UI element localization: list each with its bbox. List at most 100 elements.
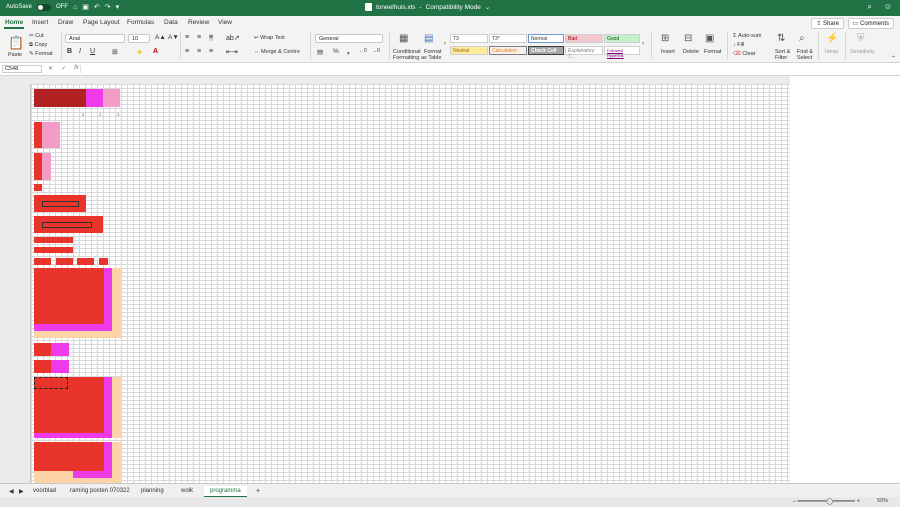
block-red[interactable] <box>34 343 51 356</box>
sheet-tab-planning[interactable]: planning <box>135 486 170 496</box>
formula-input[interactable] <box>80 65 896 73</box>
number-format-select[interactable]: General <box>315 34 383 43</box>
row-headers[interactable] <box>0 84 31 483</box>
cancel-icon[interactable]: ✕ <box>48 65 53 72</box>
clear-button[interactable]: ⌫ Clear <box>733 51 755 57</box>
format-painter-button[interactable]: ✎ Format <box>29 51 53 57</box>
percent-icon[interactable]: % <box>333 48 339 55</box>
find-select-icon[interactable]: ⌕ <box>799 33 805 44</box>
block-red[interactable] <box>34 237 73 243</box>
fill-button[interactable]: ↓ Fill <box>733 42 744 48</box>
paste-icon[interactable]: 📋 <box>8 35 24 51</box>
style-t3[interactable]: T3 <box>450 34 488 43</box>
customize-toolbar-icon[interactable]: ▾ <box>116 3 120 11</box>
block-dark-red[interactable] <box>34 89 86 107</box>
tab-page-layout[interactable]: Page Layout <box>83 19 120 26</box>
delete-cells-label[interactable]: Delete <box>683 49 699 55</box>
tab-draw[interactable]: Draw <box>58 19 73 26</box>
block-magenta[interactable] <box>86 89 103 107</box>
redo-icon[interactable]: ↷ <box>105 3 111 11</box>
align-middle-icon[interactable]: ≡ <box>197 34 201 41</box>
format-as-table-icon[interactable]: ▤ <box>424 33 433 44</box>
align-top-icon[interactable]: ≡ <box>185 34 189 41</box>
comments-button[interactable]: ▭ Comments <box>847 18 894 29</box>
ideas-icon[interactable]: ⚡ <box>826 33 838 44</box>
sort-filter-icon[interactable]: ⇅ <box>777 33 785 44</box>
tab-insert[interactable]: Insert <box>32 19 48 26</box>
paste-label[interactable]: Paste <box>8 52 22 58</box>
search-icon[interactable]: ⌕ <box>867 2 871 12</box>
find-select-label-2[interactable]: Select <box>797 55 812 61</box>
block-red[interactable] <box>34 247 73 253</box>
delete-cells-icon[interactable]: ⊟ <box>684 33 692 44</box>
text-box[interactable] <box>42 201 79 207</box>
save-icon[interactable]: ▣ <box>82 3 89 11</box>
block-red[interactable] <box>34 184 42 191</box>
confirm-icon[interactable]: ✓ <box>61 65 66 72</box>
tab-data[interactable]: Data <box>164 19 178 26</box>
block-pink[interactable] <box>42 122 60 148</box>
collapse-ribbon-icon[interactable]: ⌃ <box>891 55 896 62</box>
cut-button[interactable]: ✂ Cut <box>29 33 44 39</box>
account-icon[interactable]: ☺ <box>884 2 892 12</box>
block-red[interactable] <box>34 122 42 148</box>
indent-icon[interactable]: ⇤⇥ <box>226 48 238 56</box>
fill-color-icon[interactable]: ◈ <box>137 48 142 56</box>
block-red[interactable] <box>34 442 104 471</box>
insert-cells-icon[interactable]: ⊞ <box>661 33 669 44</box>
block-pink[interactable] <box>103 89 120 107</box>
shrink-font-icon[interactable]: A▼ <box>168 34 179 41</box>
undo-icon[interactable]: ↶ <box>94 3 100 11</box>
text-box[interactable] <box>42 222 92 228</box>
styles-next-icon[interactable]: › <box>642 41 644 47</box>
insert-cells-label[interactable]: Insert <box>661 49 675 55</box>
underline-icon[interactable]: U <box>90 48 95 55</box>
align-center-icon[interactable]: ≡ <box>197 48 201 55</box>
font-name-select[interactable]: Arial <box>65 34 125 43</box>
borders-icon[interactable]: ⊞ <box>112 48 118 56</box>
tab-review[interactable]: Review <box>188 19 209 26</box>
block-pink[interactable] <box>42 153 51 180</box>
style-calculation[interactable]: Calculation <box>489 46 527 55</box>
block-red[interactable] <box>34 360 51 373</box>
sensitivity-label[interactable]: Sensitivity <box>850 49 875 55</box>
increase-decimal-icon[interactable]: ←0 <box>359 48 367 54</box>
home-icon[interactable]: ⌂ <box>73 4 77 11</box>
format-cells-icon[interactable]: ▣ <box>705 33 714 44</box>
style-followed-hyperlink[interactable]: Followed Hyperlink <box>604 46 640 58</box>
grow-font-icon[interactable]: A▲ <box>155 34 166 41</box>
style-good[interactable]: Good <box>604 34 640 43</box>
zoom-level[interactable]: 50% <box>877 498 888 504</box>
block-red[interactable] <box>34 258 51 265</box>
conditional-formatting-icon[interactable]: ▦ <box>399 33 408 44</box>
worksheet[interactable]: 3 2 3 <box>0 76 900 483</box>
bold-icon[interactable]: B <box>67 48 72 55</box>
style-check-cell[interactable]: Check Cell <box>528 46 564 55</box>
selected-range[interactable] <box>34 377 68 389</box>
block-red[interactable] <box>99 258 108 265</box>
function-icon[interactable]: fx <box>74 65 79 72</box>
block-red[interactable] <box>34 268 104 324</box>
decrease-decimal-icon[interactable]: →0 <box>372 48 380 54</box>
orientation-icon[interactable]: ab↗ <box>226 34 240 42</box>
sheet-tab-voorblad[interactable]: voorblad <box>27 486 62 496</box>
styles-prev-icon[interactable]: ‹ <box>444 41 446 47</box>
name-box[interactable]: C548 <box>2 65 42 73</box>
currency-icon[interactable]: ▤ <box>317 48 323 56</box>
style-t3-star[interactable]: T3* <box>489 34 527 43</box>
align-bottom-icon[interactable]: ≡ <box>209 34 214 41</box>
merge-centre-button[interactable]: ⇔ Merge & Centre <box>254 49 300 55</box>
share-button[interactable]: ⇪ Share <box>811 18 844 29</box>
font-color-icon[interactable]: A <box>153 48 158 55</box>
align-left-icon[interactable]: ≡ <box>185 48 189 55</box>
comma-icon[interactable]: ❟ <box>347 48 350 56</box>
tab-home[interactable]: Home <box>5 19 23 26</box>
tab-view[interactable]: View <box>218 19 232 26</box>
cell-grid[interactable] <box>31 84 790 483</box>
style-bad[interactable]: Bad <box>565 34 603 43</box>
style-normal[interactable]: Normal <box>528 34 564 43</box>
format-cells-label[interactable]: Format <box>704 49 721 55</box>
block-red[interactable] <box>56 258 73 265</box>
style-neutral[interactable]: Neutral <box>450 46 488 55</box>
ideas-label[interactable]: Ideas <box>825 49 838 55</box>
